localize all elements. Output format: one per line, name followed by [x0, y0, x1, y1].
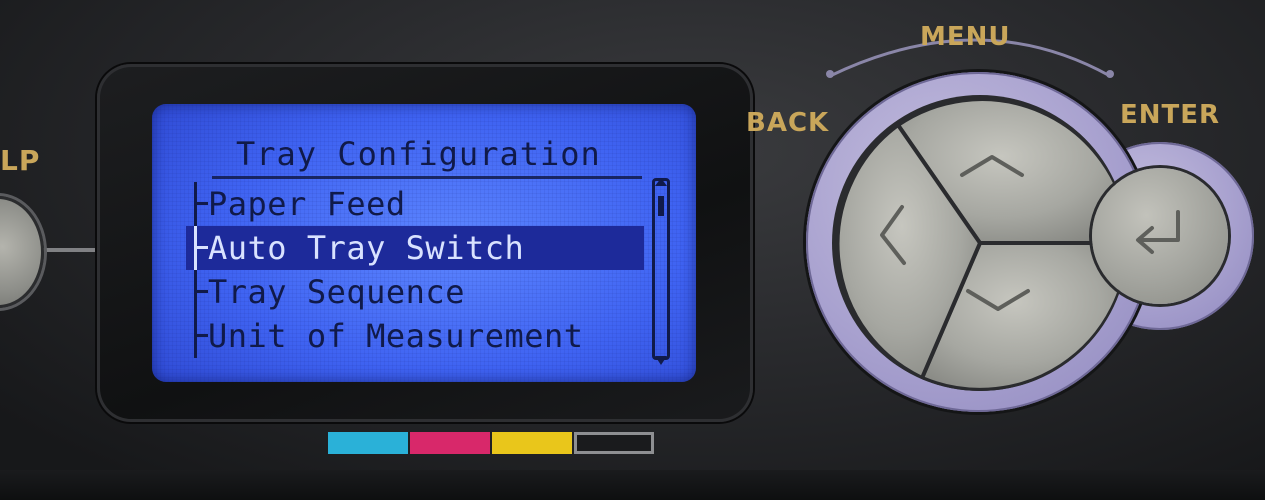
lcd-title-underline [212, 176, 642, 179]
tree-branch-icon [186, 226, 208, 270]
back-label: BACK [746, 108, 830, 138]
lcd-menu-item-label: Auto Tray Switch [208, 229, 525, 267]
lcd-menu-item-label: Tray Sequence [208, 273, 465, 311]
lcd-menu-item-auto-tray-switch[interactable]: Auto Tray Switch [186, 226, 644, 270]
return-arrow-icon [1136, 210, 1180, 254]
lcd-menu-title: Tray Configuration [236, 135, 601, 173]
lcd-menu-item-label: Unit of Measurement [208, 317, 584, 355]
toner-indicator-magenta [410, 432, 490, 454]
lcd-menu-item-paper-feed[interactable]: Paper Feed [186, 182, 644, 226]
menu-label: MENU [920, 22, 1011, 52]
lcd-menu-item-label: Paper Feed [208, 185, 406, 223]
lcd-menu-item-tray-sequence[interactable]: Tray Sequence [186, 270, 644, 314]
navigation-pad [832, 95, 1128, 391]
tree-branch-icon [186, 270, 208, 314]
lcd-screen: Tray Configuration Paper Feed Auto Tray … [152, 104, 696, 382]
lcd-scrollbar [652, 178, 670, 360]
toner-indicator-black [574, 432, 654, 454]
scroll-up-arrow-icon [655, 178, 667, 186]
tree-branch-icon [186, 314, 208, 358]
help-label: LP [0, 144, 41, 177]
toner-indicator-yellow [492, 432, 572, 454]
lcd-scroll-thumb [658, 196, 664, 216]
lcd-menu-item-unit-of-measurement[interactable]: Unit of Measurement [186, 314, 644, 358]
panel-bottom-edge [0, 470, 1265, 500]
tree-branch-icon [186, 182, 208, 226]
enter-label: ENTER [1120, 100, 1221, 130]
scroll-down-arrow-icon [655, 356, 667, 365]
help-connector-line [40, 248, 102, 252]
toner-indicator-cyan [328, 432, 408, 454]
